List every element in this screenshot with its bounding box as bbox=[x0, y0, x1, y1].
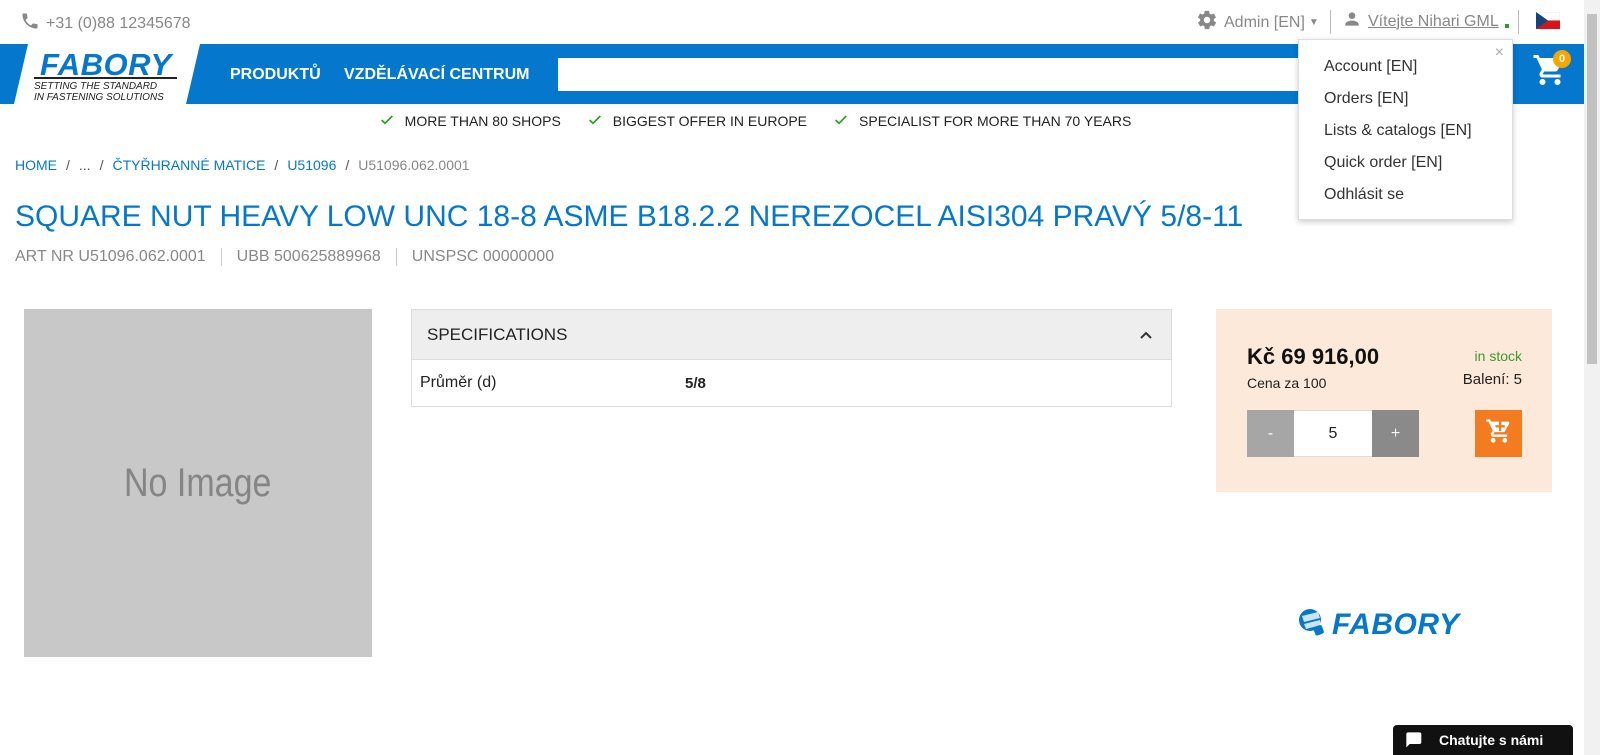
ubb-code: UBB 500625889968 bbox=[237, 248, 397, 266]
add-to-cart-button[interactable] bbox=[1475, 410, 1522, 457]
breadcrumb-product-group[interactable]: U51096 bbox=[287, 157, 336, 173]
cart-count-badge: 0 bbox=[1553, 50, 1571, 68]
breadcrumb-separator: / bbox=[274, 157, 279, 173]
account-menu-list: Account [EN] Orders [EN] Lists & catalog… bbox=[1324, 55, 1472, 215]
specifications-panel: SPECIFICATIONS Průměr (d) 5/8 bbox=[411, 309, 1172, 407]
price-panel: Kč 69 916,00 Cena za 100 in stock Balení… bbox=[1216, 309, 1552, 492]
checkmark-icon bbox=[379, 112, 395, 131]
unspsc-code: UNSPSC 00000000 bbox=[411, 248, 555, 265]
breadcrumb-ellipsis[interactable]: ... bbox=[79, 157, 91, 173]
page-scrollbar[interactable] bbox=[1584, 0, 1600, 755]
benefit-label: BIGGEST OFFER IN EUROPE bbox=[612, 113, 808, 129]
close-icon[interactable]: × bbox=[1495, 44, 1504, 62]
quantity-stepper: - + bbox=[1247, 410, 1419, 457]
top-utility-bar: +31 (0)88 12345678 Admin [EN] ▼ Vítejte … bbox=[0, 0, 1584, 44]
product-title: SQUARE NUT HEAVY LOW UNC 18-8 ASME B18.2… bbox=[15, 200, 1244, 233]
price-unit: Cena za 100 bbox=[1247, 375, 1327, 391]
price: Kč 69 916,00 bbox=[1247, 344, 1380, 369]
divider bbox=[1518, 10, 1519, 34]
product-identifiers: ART NR U51096.062.0001 UBB 500625889968 … bbox=[15, 248, 584, 266]
nav-learning-center[interactable]: VZDĚLÁVACÍ CENTRUM bbox=[344, 66, 529, 84]
gear-icon bbox=[1196, 9, 1218, 36]
account-dropdown-menu: × Account [EN] Orders [EN] Lists & catal… bbox=[1298, 39, 1513, 220]
breadcrumb-separator: / bbox=[66, 157, 70, 173]
decrease-quantity-button[interactable]: - bbox=[1247, 410, 1294, 457]
benefit-item: SPECIALIST FOR MORE THAN 70 YEARS bbox=[833, 112, 1131, 131]
user-icon bbox=[1342, 9, 1362, 34]
welcome-link[interactable]: Vítejte Nihari GML bbox=[1368, 13, 1499, 31]
admin-label: Admin [EN] bbox=[1224, 13, 1305, 31]
no-image-label: No Image bbox=[124, 460, 272, 505]
admin-language-menu[interactable]: Admin [EN] ▼ bbox=[1196, 9, 1319, 36]
caret-down-icon: ▼ bbox=[1308, 17, 1319, 28]
breadcrumb: HOME / ... / ČTYŘHRANNÉ MATICE / U51096 … bbox=[15, 157, 470, 173]
divider bbox=[1330, 10, 1331, 34]
menu-item-logout[interactable]: Odhlásit se bbox=[1324, 183, 1472, 215]
scrollbar-thumb[interactable] bbox=[1587, 14, 1597, 364]
specifications-heading: SPECIFICATIONS bbox=[427, 324, 568, 344]
menu-item-quick-order[interactable]: Quick order [EN] bbox=[1324, 151, 1472, 183]
breadcrumb-current: U51096.062.0001 bbox=[358, 157, 470, 173]
product-image-placeholder: No Image bbox=[24, 309, 372, 657]
czech-flag-icon[interactable] bbox=[1536, 12, 1560, 29]
phone-contact[interactable]: +31 (0)88 12345678 bbox=[20, 11, 191, 36]
breadcrumb-category[interactable]: ČTYŘHRANNÉ MATICE bbox=[112, 157, 265, 173]
article-number: ART NR U51096.062.0001 bbox=[15, 248, 222, 266]
chat-bubble-icon bbox=[1403, 729, 1423, 752]
package-size: Balení: 5 bbox=[1462, 371, 1522, 388]
quantity-input[interactable] bbox=[1294, 410, 1372, 457]
benefit-item: MORE THAN 80 SHOPS bbox=[379, 112, 561, 131]
add-to-cart-icon bbox=[1485, 417, 1513, 450]
nav-products[interactable]: PRODUKTŮ bbox=[230, 66, 321, 84]
benefit-label: MORE THAN 80 SHOPS bbox=[404, 113, 561, 129]
chat-widget-button[interactable]: Chatujte s námi bbox=[1393, 725, 1573, 755]
search-input[interactable] bbox=[558, 58, 1300, 91]
chat-label: Chatujte s námi bbox=[1439, 732, 1544, 748]
spec-row: Průměr (d) 5/8 bbox=[412, 360, 1171, 406]
brand-logo-text: FABORY bbox=[1332, 607, 1460, 641]
breadcrumb-home[interactable]: HOME bbox=[15, 157, 57, 173]
logo-tagline-line-1: SETTING THE STANDARD bbox=[34, 81, 158, 92]
spec-key: Průměr (d) bbox=[420, 374, 497, 391]
menu-item-account[interactable]: Account [EN] bbox=[1324, 55, 1472, 87]
checkmark-icon bbox=[833, 112, 849, 131]
logo-tagline-line-2: IN FASTENING SOLUTIONS bbox=[34, 92, 164, 103]
benefit-label: SPECIALIST FOR MORE THAN 70 YEARS bbox=[859, 113, 1132, 129]
brand-logo: FABORY bbox=[1296, 606, 1459, 643]
breadcrumb-separator: / bbox=[345, 157, 350, 173]
logo-tagline: SETTING THE STANDARD IN FASTENING SOLUTI… bbox=[34, 81, 164, 103]
phone-number: +31 (0)88 12345678 bbox=[46, 14, 191, 32]
breadcrumb-separator: / bbox=[99, 157, 104, 173]
menu-item-orders[interactable]: Orders [EN] bbox=[1324, 87, 1472, 119]
checkmark-icon bbox=[587, 112, 603, 131]
specifications-header[interactable]: SPECIFICATIONS bbox=[412, 310, 1171, 360]
benefit-item: BIGGEST OFFER IN EUROPE bbox=[587, 112, 807, 131]
phone-icon bbox=[20, 11, 40, 36]
increase-quantity-button[interactable]: + bbox=[1372, 410, 1419, 457]
logo-underline bbox=[34, 77, 177, 79]
chevron-up-icon[interactable] bbox=[1139, 327, 1153, 343]
spec-value: 5/8 bbox=[685, 374, 706, 392]
menu-item-lists-catalogs[interactable]: Lists & catalogs [EN] bbox=[1324, 119, 1472, 151]
stock-status: in stock bbox=[1474, 348, 1522, 364]
user-account-menu[interactable]: Vítejte Nihari GML bbox=[1342, 9, 1509, 34]
bolt-icon bbox=[1296, 606, 1328, 643]
status-dot bbox=[1504, 23, 1509, 28]
